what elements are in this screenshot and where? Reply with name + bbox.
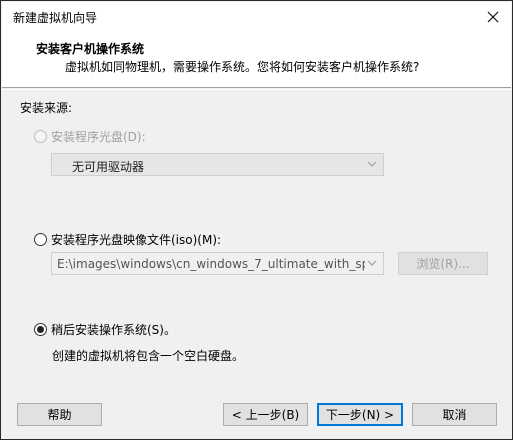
install-later-note: 创建的虚拟机将包含一个空白硬盘。 xyxy=(52,349,245,363)
header-divider xyxy=(2,89,511,90)
radio-install-disc[interactable]: 安装程序光盘(D): xyxy=(34,128,146,145)
new-vm-wizard-window: 新建虚拟机向导 安装客户机操作系统 虚拟机如同物理机，需要操作系统。您将如何安装… xyxy=(0,0,513,440)
back-button[interactable]: < 上一步(B) xyxy=(223,403,308,426)
close-button[interactable] xyxy=(483,7,503,27)
iso-path-combo[interactable]: E:\images\windows\cn_windows_7_ultimate_… xyxy=(51,252,384,275)
radio-label-disc: 安装程序光盘(D): xyxy=(51,130,146,144)
window-title: 新建虚拟机向导 xyxy=(13,11,98,25)
radio-button-iso[interactable] xyxy=(34,233,47,246)
browse-button[interactable]: 浏览(R)... xyxy=(398,252,488,275)
radio-install-iso[interactable]: 安装程序光盘映像文件(iso)(M): xyxy=(34,231,221,248)
drive-combo-value: 无可用驱动器 xyxy=(72,160,145,174)
radio-label-iso: 安装程序光盘映像文件(iso)(M): xyxy=(51,233,222,247)
drive-combo[interactable]: 无可用驱动器 xyxy=(51,153,384,176)
wizard-header: 安装客户机操作系统 虚拟机如同物理机，需要操作系统。您将如何安装客户机操作系统? xyxy=(2,31,511,88)
radio-selected-dot xyxy=(37,326,44,333)
radio-button-disc[interactable] xyxy=(34,130,47,143)
next-button[interactable]: 下一步(N) > xyxy=(317,403,403,426)
radio-label-later: 稍后安装操作系统(S)。 xyxy=(51,323,176,337)
radio-button-later[interactable] xyxy=(34,323,47,336)
close-icon xyxy=(487,11,499,23)
title-bar: 新建虚拟机向导 xyxy=(2,2,511,31)
chevron-down-icon xyxy=(367,260,377,266)
page-subtitle: 虚拟机如同物理机，需要操作系统。您将如何安装客户机操作系统? xyxy=(65,60,420,74)
help-button[interactable]: 帮助 xyxy=(17,403,102,426)
iso-path-value: E:\images\windows\cn_windows_7_ultimate_… xyxy=(57,257,365,271)
chevron-down-icon xyxy=(367,161,377,167)
page-title: 安装客户机操作系统 xyxy=(36,42,145,56)
radio-install-later[interactable]: 稍后安装操作系统(S)。 xyxy=(34,321,176,338)
cancel-button[interactable]: 取消 xyxy=(412,403,497,426)
install-source-label: 安装来源: xyxy=(20,101,73,115)
